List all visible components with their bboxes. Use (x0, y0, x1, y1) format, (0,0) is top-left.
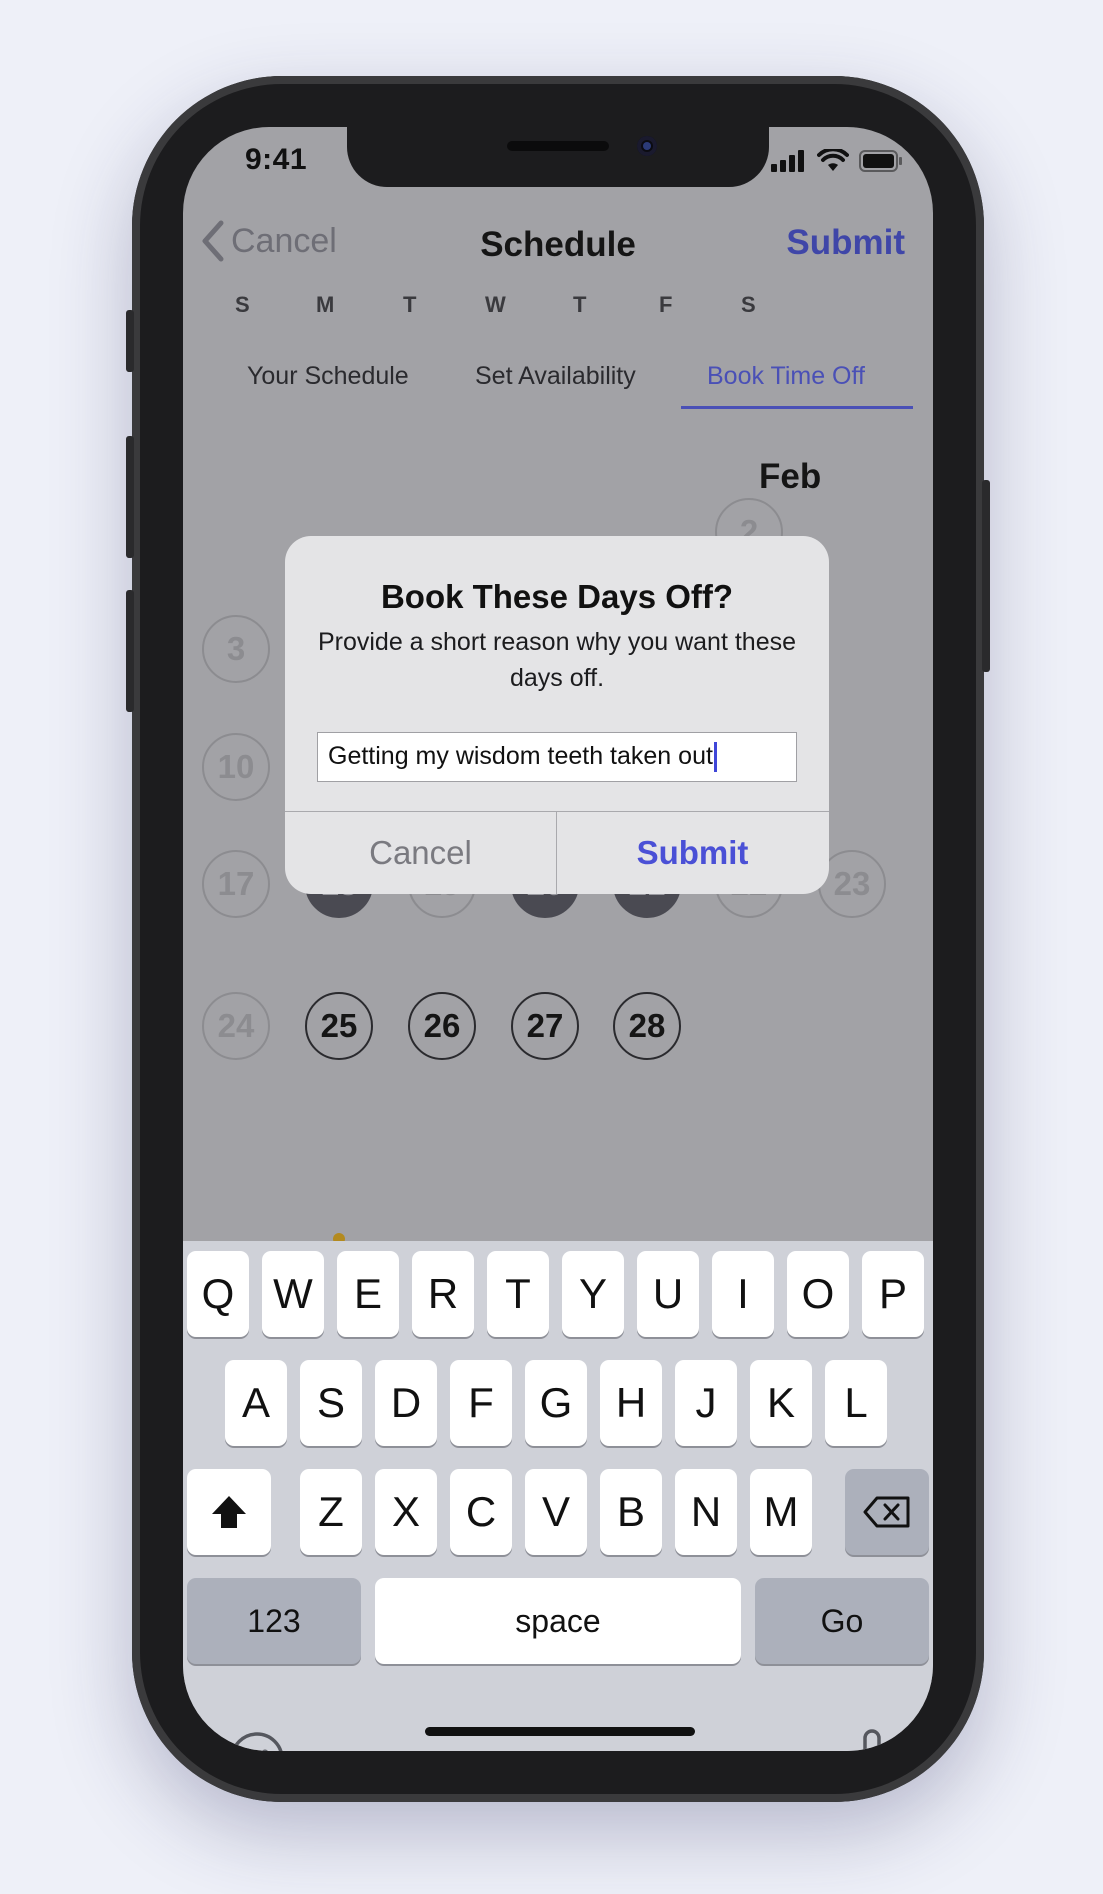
key-r[interactable]: R (412, 1251, 474, 1337)
dictation-button[interactable] (855, 1729, 889, 1751)
key-m[interactable]: M (750, 1469, 812, 1555)
backspace-icon (863, 1496, 910, 1528)
calendar-day[interactable]: 26 (408, 992, 476, 1060)
key-n[interactable]: N (675, 1469, 737, 1555)
screen: 9:41 Cancel Schedule Submit S M T W T F … (183, 127, 933, 1751)
status-bar: 9:41 (183, 127, 933, 197)
key-p[interactable]: P (862, 1251, 924, 1337)
calendar-day-today[interactable]: 25 (305, 992, 373, 1060)
key-l[interactable]: L (825, 1360, 887, 1446)
microphone-icon (863, 1729, 881, 1751)
shift-icon (212, 1496, 246, 1528)
nav-submit-button[interactable]: Submit (786, 223, 905, 263)
tab-book-time-off[interactable]: Book Time Off (707, 362, 865, 391)
calendar-day[interactable]: 3 (202, 615, 270, 683)
battery-icon (859, 150, 902, 172)
key-g[interactable]: G (525, 1360, 587, 1446)
phone-mute-switch (126, 310, 134, 372)
numbers-key[interactable]: 123 (187, 1578, 361, 1664)
key-f[interactable]: F (450, 1360, 512, 1446)
key-d[interactable]: D (375, 1360, 437, 1446)
weekday-label: S (741, 292, 756, 317)
dialog-submit-button[interactable]: Submit (557, 812, 828, 894)
calendar-day[interactable]: 10 (202, 733, 270, 801)
shift-key[interactable] (187, 1469, 271, 1555)
month-label: Feb (759, 457, 822, 496)
key-t[interactable]: T (487, 1251, 549, 1337)
tab-set-availability[interactable]: Set Availability (475, 362, 636, 391)
dialog-title: Book These Days Off? (380, 578, 734, 615)
key-s[interactable]: S (300, 1360, 362, 1446)
calendar-day[interactable]: 17 (202, 850, 270, 918)
text-caret (713, 742, 717, 773)
weekday-label: F (659, 292, 673, 317)
active-tab-indicator (681, 406, 913, 409)
dialog-message: Provide a short reason why you want thes… (317, 628, 797, 692)
tab-bar: Your Schedule Set Availability Book Time… (183, 342, 933, 412)
key-k[interactable]: K (750, 1360, 812, 1446)
key-v[interactable]: V (525, 1469, 587, 1555)
calendar-day[interactable]: 24 (202, 992, 270, 1060)
key-i[interactable]: I (712, 1251, 774, 1337)
phone-frame: 9:41 Cancel Schedule Submit S M T W T F … (126, 76, 990, 1802)
weekday-label: W (485, 292, 506, 317)
phone-volume-up (126, 436, 134, 558)
navigation-bar: Cancel Schedule Submit (183, 197, 933, 269)
status-icons (771, 149, 903, 173)
key-b[interactable]: B (600, 1469, 662, 1555)
home-indicator[interactable] (425, 1727, 695, 1736)
emoji-button[interactable] (229, 1731, 285, 1751)
key-h[interactable]: H (600, 1360, 662, 1446)
key-u[interactable]: U (637, 1251, 699, 1337)
key-e[interactable]: E (337, 1251, 399, 1337)
status-time: 9:41 (245, 143, 308, 176)
emoji-icon (231, 1732, 283, 1751)
reason-input[interactable]: Getting my wisdom teeth taken out (317, 732, 797, 782)
phone-volume-down (126, 590, 134, 712)
reason-input-value: Getting my wisdom teeth taken out (328, 742, 713, 770)
calendar-day[interactable]: 28 (613, 992, 681, 1060)
weekday-label: S (235, 292, 250, 317)
phone-power-button (982, 480, 990, 672)
tab-your-schedule[interactable]: Your Schedule (247, 362, 409, 391)
weekday-label: T (403, 292, 417, 317)
key-a[interactable]: A (225, 1360, 287, 1446)
key-c[interactable]: C (450, 1469, 512, 1555)
key-q[interactable]: Q (187, 1251, 249, 1337)
cellular-signal-icon (771, 150, 804, 172)
key-y[interactable]: Y (562, 1251, 624, 1337)
key-z[interactable]: Z (300, 1469, 362, 1555)
key-x[interactable]: X (375, 1469, 437, 1555)
weekday-label: M (316, 292, 335, 317)
wifi-icon (817, 149, 849, 171)
book-days-off-dialog: Book These Days Off? Provide a short rea… (285, 536, 829, 894)
keyboard: Q W E R T Y U I O P A S D F G H J K L Z (183, 1241, 933, 1751)
backspace-key[interactable] (845, 1469, 929, 1555)
space-key[interactable]: space (375, 1578, 741, 1664)
key-o[interactable]: O (787, 1251, 849, 1337)
go-key[interactable]: Go (755, 1578, 929, 1664)
weekday-label: T (573, 292, 587, 317)
calendar-day[interactable]: 27 (511, 992, 579, 1060)
key-j[interactable]: J (675, 1360, 737, 1446)
dialog-cancel-button[interactable]: Cancel (285, 812, 556, 894)
key-w[interactable]: W (262, 1251, 324, 1337)
